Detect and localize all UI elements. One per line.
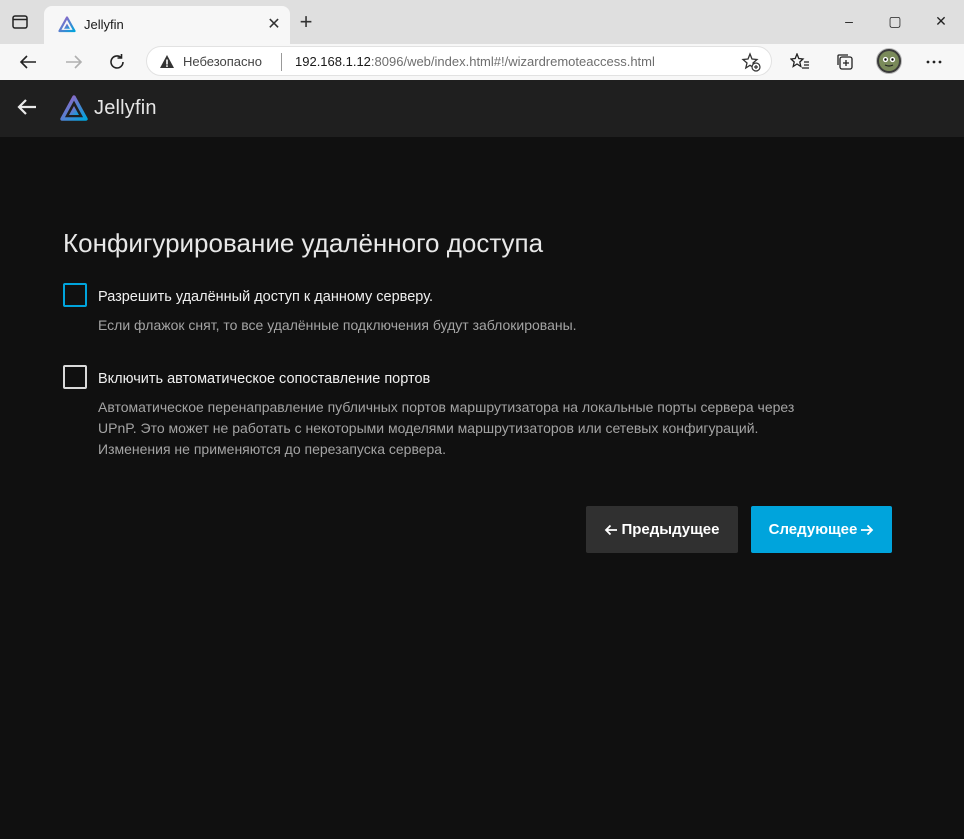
tab-close-icon[interactable]: ✕	[264, 14, 284, 34]
allow-remote-access-description: Если флажок снят, то все удалённые подкл…	[98, 315, 577, 336]
warning-icon[interactable]	[159, 54, 175, 70]
arrow-right-icon	[861, 524, 874, 535]
auto-port-mapping-description: Автоматическое перенаправление публичных…	[98, 397, 898, 460]
minimize-button[interactable]: –	[826, 8, 872, 34]
url-host: 192.168.1.12	[295, 54, 371, 69]
page-title: Конфигурирование удалённого доступа	[63, 228, 544, 258]
more-options-icon[interactable]	[920, 48, 948, 76]
allow-remote-access-label[interactable]: Разрешить удалённый доступ к данному сер…	[98, 289, 433, 305]
app-brand[interactable]: Jellyfin	[94, 97, 157, 120]
jellyfin-logo-icon	[60, 95, 88, 121]
url-text[interactable]: 192.168.1.12:8096/web/index.html#!/wizar…	[295, 54, 655, 69]
forward-icon[interactable]	[60, 48, 88, 76]
back-icon[interactable]	[14, 48, 42, 76]
description-line: UPnP. Это может не работать с некоторыми…	[98, 420, 759, 436]
next-button[interactable]: Следующее	[751, 506, 892, 553]
app-back-icon[interactable]	[14, 94, 40, 120]
description-line: Если флажок снят, то все удалённые подкл…	[98, 317, 577, 333]
tab-actions-icon[interactable]	[10, 12, 30, 32]
app-header: Jellyfin	[0, 80, 964, 137]
collections-icon[interactable]	[831, 48, 859, 76]
profile-avatar[interactable]	[876, 48, 902, 74]
add-favorite-icon[interactable]	[741, 52, 761, 72]
url-separator	[281, 53, 282, 71]
previous-button[interactable]: Предыдущее	[586, 506, 738, 553]
refresh-icon[interactable]	[103, 48, 131, 76]
allow-remote-access-checkbox[interactable]	[63, 283, 87, 307]
browser-toolbar: Небезопасно 192.168.1.12:8096/web/index.…	[0, 44, 964, 81]
auto-port-mapping-label[interactable]: Включить автоматическое сопоставление по…	[98, 371, 430, 387]
previous-button-label: Предыдущее	[621, 521, 720, 538]
maximize-button[interactable]: ▢	[872, 8, 918, 34]
description-line: Автоматическое перенаправление публичных…	[98, 399, 795, 415]
auto-port-mapping-checkbox[interactable]	[63, 365, 87, 389]
tab-title: Jellyfin	[84, 17, 124, 32]
jellyfin-favicon-icon	[58, 16, 76, 33]
close-window-button[interactable]: ✕	[918, 8, 964, 34]
favorites-icon[interactable]	[786, 48, 814, 76]
description-line: Изменения не применяются до перезапуска …	[98, 441, 446, 457]
next-button-label: Следующее	[768, 521, 858, 538]
browser-tabstrip: Jellyfin ✕ + – ▢ ✕	[0, 0, 964, 44]
url-port: :8096	[370, 54, 404, 69]
new-tab-button[interactable]: +	[294, 11, 318, 34]
address-bar[interactable]: Небезопасно 192.168.1.12:8096/web/index.…	[146, 46, 772, 76]
browser-tab-jellyfin[interactable]: Jellyfin ✕	[44, 6, 290, 44]
arrow-left-icon	[605, 524, 618, 535]
url-path: /web/index.html#!/wizardremoteaccess.htm…	[403, 54, 655, 69]
security-label[interactable]: Небезопасно	[183, 54, 262, 69]
